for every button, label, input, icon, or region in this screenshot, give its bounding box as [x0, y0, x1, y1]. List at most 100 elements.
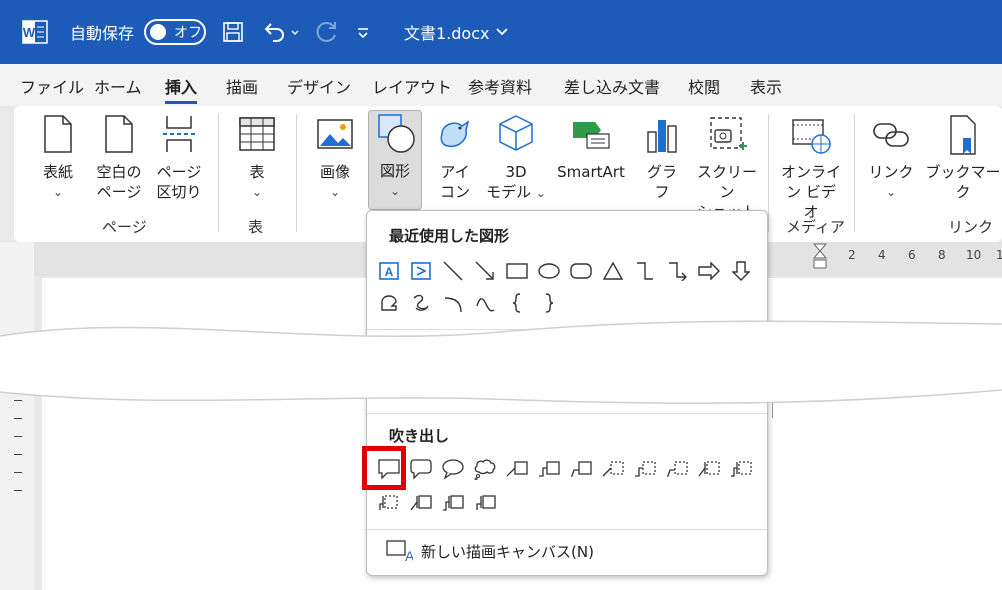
- chart-label: グラフ: [646, 163, 677, 201]
- down-arrow-shape-icon[interactable]: [725, 255, 757, 287]
- curve-shape-icon[interactable]: [469, 287, 501, 319]
- line-callout-2-icon[interactable]: [533, 453, 565, 485]
- tab-references[interactable]: 参考資料: [468, 74, 532, 98]
- screenshot-icon: [692, 112, 762, 158]
- icons-button[interactable]: アイ コン: [434, 112, 476, 202]
- tab-home[interactable]: ホーム: [94, 74, 142, 98]
- cloud-callout-icon[interactable]: [469, 453, 501, 485]
- online-video-button[interactable]: オンライ ン ビデオ: [780, 112, 842, 222]
- horizontal-ruler[interactable]: 2 4 6 8 10 1: [812, 243, 1002, 269]
- document-title-text: 文書1.docx: [404, 24, 490, 43]
- online-video-icon: [780, 112, 842, 158]
- title-bar: W 自動保存 オフ 文書1.docx: [0, 0, 1002, 64]
- line-callout-3-no-border-icon[interactable]: [661, 453, 693, 485]
- menu-separator: [367, 529, 767, 530]
- arc-shape-icon[interactable]: [437, 287, 469, 319]
- callouts-heading: 吹き出し: [389, 427, 450, 445]
- torn-paper-divider: [0, 320, 1002, 404]
- line-callout-bordered-3-icon[interactable]: [469, 487, 501, 519]
- group-label-media: メディア: [786, 218, 845, 236]
- new-drawing-canvas-item[interactable]: A 新しい描画キャンバス(N): [385, 539, 594, 563]
- 3d-models-button[interactable]: 3D モデル ⌄: [486, 112, 546, 203]
- line-callout-1-no-border-icon[interactable]: [597, 453, 629, 485]
- callouts-row-2: [373, 487, 501, 519]
- smartart-button[interactable]: SmartArt: [552, 112, 630, 182]
- shapes-button[interactable]: 図形 ⌄: [368, 110, 422, 210]
- screenshot-label-1: スクリーン: [696, 163, 757, 201]
- chart-button[interactable]: グラフ: [640, 112, 684, 202]
- oval-callout-icon[interactable]: [437, 453, 469, 485]
- document-title[interactable]: 文書1.docx: [404, 0, 509, 64]
- line-callout-bordered-2-icon[interactable]: [437, 487, 469, 519]
- tab-mailings[interactable]: 差し込み文書: [564, 74, 660, 98]
- tab-file[interactable]: ファイル: [20, 74, 84, 98]
- line-callout-bordered-1-icon[interactable]: [405, 487, 437, 519]
- vertical-ruler[interactable]: [0, 242, 34, 590]
- tab-draw[interactable]: 描画: [226, 74, 258, 98]
- page-break-label-1: ページ: [156, 163, 202, 181]
- link-label: リンク: [868, 163, 914, 181]
- autosave-state: オフ: [174, 25, 202, 41]
- line-callout-accent-2-icon[interactable]: [725, 453, 757, 485]
- recent-shapes-row-1: A: [373, 255, 757, 287]
- table-button[interactable]: 表 ⌄: [236, 112, 278, 202]
- ruler-mark: 2: [848, 248, 856, 262]
- bookmark-button[interactable]: ブックマーク: [920, 112, 1002, 202]
- right-brace-shape-icon[interactable]: [533, 287, 565, 319]
- chevron-down-icon: ⌄: [389, 184, 401, 198]
- tab-insert[interactable]: 挿入: [165, 74, 198, 104]
- line-callout-2-no-border-icon[interactable]: [629, 453, 661, 485]
- right-arrow-shape-icon[interactable]: [693, 255, 725, 287]
- triangle-shape-icon[interactable]: [597, 255, 629, 287]
- line-callout-accent-3-icon[interactable]: [373, 487, 405, 519]
- icons-label-1: アイ: [440, 163, 470, 181]
- left-brace-shape-icon[interactable]: [501, 287, 533, 319]
- text-box-shape-icon[interactable]: A: [373, 255, 405, 287]
- tab-view[interactable]: 表示: [750, 74, 782, 98]
- line-callout-accent-icon[interactable]: [693, 453, 725, 485]
- vertical-text-box-shape-icon[interactable]: [405, 255, 437, 287]
- line-shape-icon[interactable]: [437, 255, 469, 287]
- rounded-rectangle-shape-icon[interactable]: [565, 255, 597, 287]
- highlight-box: [362, 446, 406, 490]
- cube-icon: [486, 112, 546, 158]
- 3d-models-label-2: モデル: [486, 183, 532, 201]
- line-callout-1-icon[interactable]: [501, 453, 533, 485]
- page-break-button[interactable]: ページ 区切り: [154, 112, 204, 202]
- undo-icon[interactable]: [262, 0, 302, 64]
- freeform-shape-icon[interactable]: [373, 287, 405, 319]
- ruler-tick: [14, 418, 22, 419]
- customize-qat-icon[interactable]: [356, 0, 370, 64]
- tab-design[interactable]: デザイン: [287, 74, 351, 98]
- online-video-label-1: オンライ: [780, 163, 841, 181]
- elbow-arrow-connector-shape-icon[interactable]: [661, 255, 693, 287]
- ruler-mark: 10: [966, 248, 982, 262]
- line-callout-3-icon[interactable]: [565, 453, 597, 485]
- save-icon[interactable]: [222, 0, 244, 64]
- icons-label-2: コン: [439, 183, 470, 201]
- link-button[interactable]: リンク ⌄: [866, 112, 916, 202]
- image-icon: [314, 112, 356, 158]
- tab-review[interactable]: 校閲: [688, 74, 720, 98]
- chevron-down-icon: ⌄: [535, 186, 546, 200]
- oval-shape-icon[interactable]: [533, 255, 565, 287]
- group-label-tables: 表: [248, 218, 264, 236]
- tab-layout[interactable]: レイアウト: [372, 74, 452, 98]
- new-drawing-canvas-label: 新しい描画キャンバス(N): [421, 542, 594, 561]
- blank-page-button[interactable]: 空白の ページ: [94, 112, 144, 202]
- group-label-links: リンク: [948, 218, 994, 236]
- image-button[interactable]: 画像 ⌄: [314, 112, 356, 202]
- group-separator: [218, 114, 219, 232]
- scribble-shape-icon[interactable]: [405, 287, 437, 319]
- arrow-line-shape-icon[interactable]: [469, 255, 501, 287]
- rectangle-shape-icon[interactable]: [501, 255, 533, 287]
- indent-marker-icon[interactable]: [812, 242, 828, 272]
- autosave-toggle[interactable]: オフ: [144, 19, 206, 45]
- word-app-icon[interactable]: W: [22, 0, 50, 64]
- ruler-tick: [14, 490, 22, 491]
- redo-icon[interactable]: [314, 0, 340, 64]
- cover-page-button[interactable]: 表紙 ⌄: [38, 112, 78, 202]
- elbow-connector-shape-icon[interactable]: [629, 255, 661, 287]
- rounded-rectangular-callout-icon[interactable]: [405, 453, 437, 485]
- table-label: 表: [249, 163, 265, 181]
